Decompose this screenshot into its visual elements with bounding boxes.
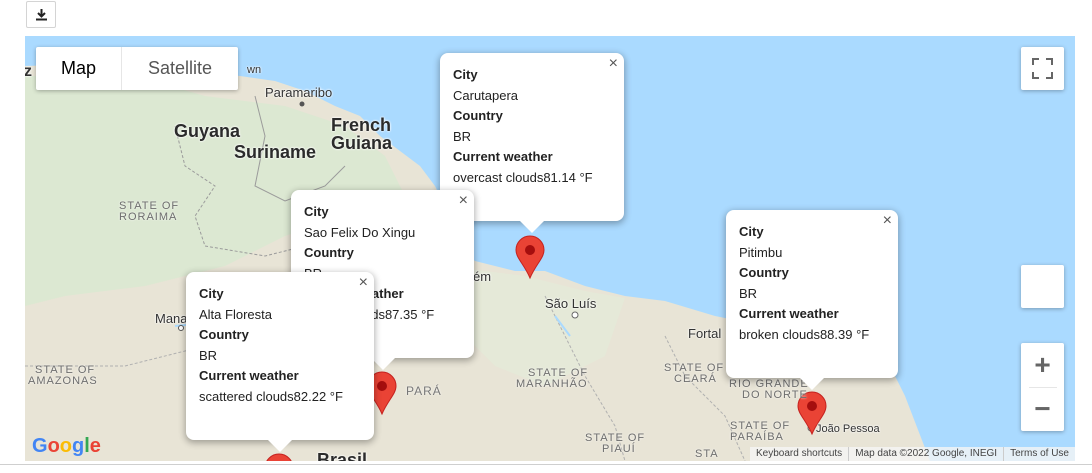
weather-header: Current weather xyxy=(739,306,839,321)
city-label: wn xyxy=(247,64,262,76)
city-label-sao-luis: São Luís xyxy=(545,296,597,311)
city-value: Alta Floresta xyxy=(199,306,272,322)
download-button[interactable] xyxy=(26,1,56,28)
close-icon[interactable]: × xyxy=(883,212,892,230)
country-header: Country xyxy=(199,327,249,342)
info-window-tail xyxy=(520,221,544,233)
zoom-control: + − xyxy=(1021,343,1064,431)
city-value: Carutapera xyxy=(453,87,519,103)
weather-value: overcast clouds81.14 °F xyxy=(453,169,593,185)
state-label: STA xyxy=(695,448,719,460)
city-header: City xyxy=(304,204,329,219)
terms-of-use-link[interactable]: Terms of Use xyxy=(1003,447,1075,461)
map-type-satellite-button[interactable]: Satellite xyxy=(122,47,238,90)
city-header: City xyxy=(453,67,478,82)
city-label: ém xyxy=(473,269,492,284)
state-label: DO NORTE xyxy=(742,389,808,401)
zoom-out-button[interactable]: − xyxy=(1021,387,1064,431)
country-value: BR xyxy=(739,285,758,301)
state-label: RORAIMA xyxy=(119,211,178,223)
city-value: Sao Felix Do Xingu xyxy=(304,224,416,240)
weather-value: broken clouds88.39 °F xyxy=(739,326,870,342)
country-header: Country xyxy=(453,108,503,123)
map-type-map-button[interactable]: Map xyxy=(36,47,123,90)
country-header: Country xyxy=(739,265,789,280)
state-label: AMAZONAS xyxy=(28,375,98,387)
weather-header: Current weather xyxy=(453,149,553,164)
info-window: × City Alta Floresta Country BR Current … xyxy=(186,272,374,452)
city-label: z xyxy=(25,63,32,80)
map[interactable]: z wn Paramaribo Guyana Suriname French G… xyxy=(25,36,1075,461)
state-label: PARAÍBA xyxy=(730,431,784,443)
city-label-fortaleza: Fortal xyxy=(688,326,722,341)
country-label-guyana: Guyana xyxy=(174,121,241,141)
state-label: MARANHÃO xyxy=(516,378,588,390)
google-logo: Google xyxy=(32,435,101,457)
zoom-in-button[interactable]: + xyxy=(1021,343,1064,387)
country-header: Country xyxy=(304,245,354,260)
close-icon[interactable]: × xyxy=(359,274,368,292)
street-view-button[interactable] xyxy=(1021,265,1064,308)
city-label-mana: Mana xyxy=(155,311,188,326)
fullscreen-button[interactable] xyxy=(1021,47,1064,90)
country-label-guiana: Guiana xyxy=(331,133,393,153)
city-value: Pitimbu xyxy=(739,244,783,260)
city-header: City xyxy=(199,286,224,301)
info-window: × City Pitimbu Country BR Current weathe… xyxy=(726,210,898,390)
divider xyxy=(0,464,1092,465)
city-header: City xyxy=(739,224,764,239)
close-icon[interactable]: × xyxy=(609,55,618,73)
map-type-control: Map Satellite xyxy=(36,47,239,90)
country-label-suriname: Suriname xyxy=(234,142,317,162)
weather-header: Current weather xyxy=(199,368,299,383)
country-value: BR xyxy=(199,347,218,363)
map-data-credit: Map data ©2022 Google, INEGI xyxy=(848,447,1003,461)
keyboard-shortcuts-link[interactable]: Keyboard shortcuts xyxy=(750,447,848,461)
info-window-tail xyxy=(371,358,395,370)
fullscreen-icon xyxy=(1032,58,1053,79)
weather-value: scattered clouds82.22 °F xyxy=(199,388,343,404)
country-value: BR xyxy=(453,128,472,144)
map-attribution: Keyboard shortcuts Map data ©2022 Google… xyxy=(750,447,1075,461)
city-label-joao-pessoa: João Pessoa xyxy=(816,423,880,435)
info-window-tail xyxy=(800,378,824,390)
city-label-paramaribo: Paramaribo xyxy=(265,85,333,100)
country-label-brasil: Brasil xyxy=(317,450,368,461)
state-label: CEARÁ xyxy=(674,373,717,385)
download-icon xyxy=(35,9,47,21)
state-label-para: PARÁ xyxy=(406,384,442,398)
state-label: PIAUÍ xyxy=(602,443,636,455)
info-window-tail xyxy=(268,440,292,452)
close-icon[interactable]: × xyxy=(459,192,468,210)
